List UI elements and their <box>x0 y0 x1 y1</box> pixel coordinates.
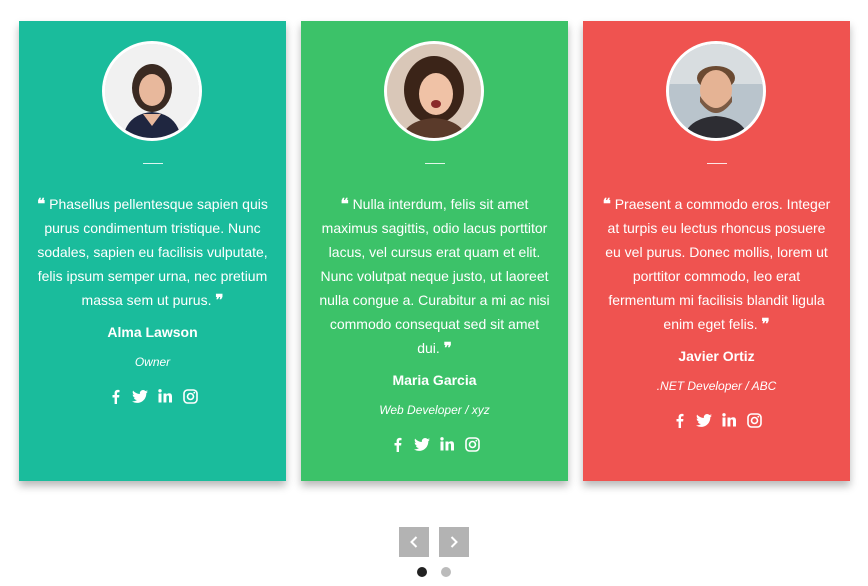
author-name: Javier Ortiz <box>678 348 755 364</box>
testimonial-quote: ❝ Nulla interdum, felis sit amet maximus… <box>319 192 550 452</box>
author-role: .NET Developer / ABC <box>656 379 777 393</box>
author-name: Alma Lawson <box>107 324 198 340</box>
testimonial-quote: ❝ Phasellus pellentesque sapien quis pur… <box>37 192 268 404</box>
twitter-icon[interactable] <box>414 436 430 452</box>
quote-text: Nulla interdum, felis sit amet maximus s… <box>319 196 550 356</box>
carousel-next-button[interactable] <box>439 527 469 557</box>
quote-close-icon: ❞ <box>443 339 452 357</box>
quote-open-icon: ❝ <box>37 195 46 213</box>
facebook-icon[interactable] <box>107 388 123 404</box>
linkedin-icon[interactable] <box>721 412 737 428</box>
divider <box>707 163 727 164</box>
testimonial-carousel: ❝ Phasellus pellentesque sapien quis pur… <box>0 0 868 500</box>
quote-close-icon: ❞ <box>761 315 770 333</box>
social-links <box>37 388 268 404</box>
testimonial-card: ❝ Praesent a commodo eros. Integer at tu… <box>583 21 850 481</box>
divider <box>425 163 445 164</box>
social-links <box>601 412 832 428</box>
quote-open-icon: ❝ <box>602 195 611 213</box>
quote-text: Phasellus pellentesque sapien quis purus… <box>37 196 268 308</box>
quote-text: Praesent a commodo eros. Integer at turp… <box>605 196 831 332</box>
social-links <box>319 436 550 452</box>
chevron-left-icon <box>410 536 418 548</box>
divider <box>143 163 163 164</box>
author-role: Owner <box>134 355 171 369</box>
avatar <box>102 41 202 141</box>
author-name: Maria Garcia <box>392 372 477 388</box>
avatar <box>666 41 766 141</box>
linkedin-icon[interactable] <box>439 436 455 452</box>
avatar <box>384 41 484 141</box>
carousel-dot-active[interactable] <box>417 567 427 577</box>
facebook-icon[interactable] <box>671 412 687 428</box>
twitter-icon[interactable] <box>696 412 712 428</box>
quote-open-icon: ❝ <box>340 195 349 213</box>
twitter-icon[interactable] <box>132 388 148 404</box>
facebook-icon[interactable] <box>389 436 405 452</box>
chevron-right-icon <box>450 536 458 548</box>
author-role: Web Developer / xyz <box>379 403 490 417</box>
instagram-icon[interactable] <box>746 412 762 428</box>
carousel-dot[interactable] <box>441 567 451 577</box>
instagram-icon[interactable] <box>464 436 480 452</box>
carousel-prev-button[interactable] <box>399 527 429 557</box>
testimonial-card: ❝ Nulla interdum, felis sit amet maximus… <box>301 21 568 481</box>
quote-close-icon: ❞ <box>215 291 224 309</box>
testimonial-quote: ❝ Praesent a commodo eros. Integer at tu… <box>601 192 832 428</box>
instagram-icon[interactable] <box>182 388 198 404</box>
linkedin-icon[interactable] <box>157 388 173 404</box>
testimonial-card: ❝ Phasellus pellentesque sapien quis pur… <box>19 21 286 481</box>
